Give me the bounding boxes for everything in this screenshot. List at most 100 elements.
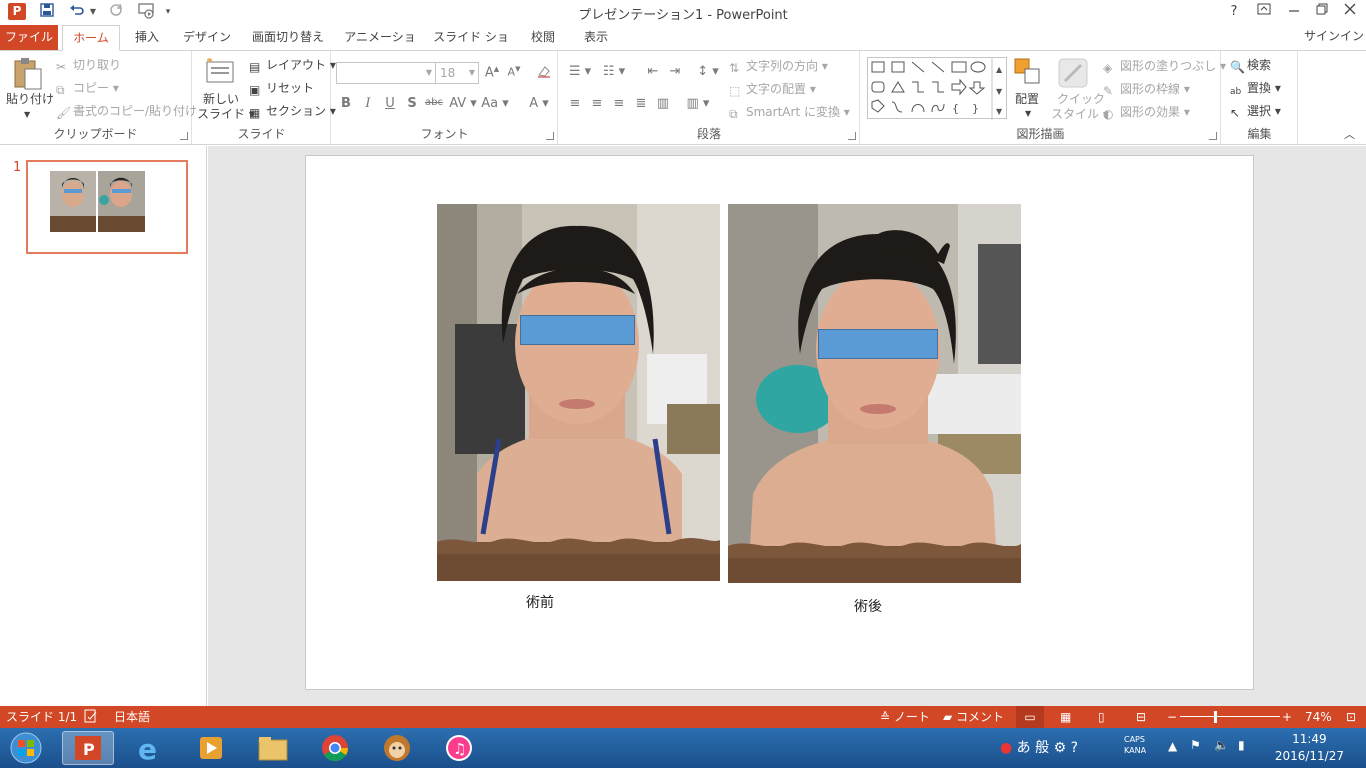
- increase-indent-icon[interactable]: ⇥: [665, 64, 685, 79]
- comments-button[interactable]: ▰ コメント: [943, 709, 1004, 725]
- spellcheck-icon[interactable]: [84, 709, 98, 727]
- zoom-slider[interactable]: [1180, 716, 1280, 717]
- tab-home[interactable]: ホーム: [62, 25, 120, 51]
- font-launcher-icon[interactable]: [546, 132, 554, 140]
- volume-icon[interactable]: 🔈: [1214, 738, 1229, 752]
- columns-icon[interactable]: ▥ ▾: [683, 96, 713, 111]
- language-indicator[interactable]: 日本語: [114, 709, 150, 725]
- tab-design[interactable]: デザイン: [178, 25, 236, 50]
- zoom-slider-thumb[interactable]: [1214, 711, 1217, 723]
- tab-review[interactable]: 校閲: [522, 25, 564, 50]
- tab-file[interactable]: ファイル: [0, 25, 58, 50]
- zoom-level[interactable]: 74%: [1305, 709, 1332, 725]
- minimize-icon[interactable]: [1281, 2, 1307, 22]
- taskbar-chrome-icon[interactable]: [310, 731, 362, 765]
- sign-in-link[interactable]: サインイン: [1304, 27, 1364, 44]
- slide-sorter-icon[interactable]: ▦: [1060, 709, 1071, 725]
- new-slide-label-2[interactable]: スライド ▾: [197, 106, 255, 122]
- action-center-flag-icon[interactable]: ⚑: [1190, 738, 1201, 752]
- decrease-font-icon[interactable]: A▼: [504, 65, 524, 79]
- close-icon[interactable]: [1337, 2, 1363, 22]
- line-spacing-icon[interactable]: ↕ ▾: [693, 64, 723, 79]
- paste-icon[interactable]: [12, 57, 44, 94]
- new-slide-icon[interactable]: [205, 57, 235, 88]
- change-case-icon[interactable]: Aa ▾: [480, 96, 510, 111]
- arrange-label[interactable]: 配置: [1015, 91, 1039, 107]
- quick-styles-label-2[interactable]: スタイル ▾: [1051, 106, 1109, 122]
- paragraph-launcher-icon[interactable]: [848, 132, 856, 140]
- paste-button-label[interactable]: 貼り付け: [6, 91, 54, 107]
- shape-outline-button[interactable]: ✎ 図形の枠線 ▾: [1103, 81, 1190, 98]
- slide-thumbnail-1[interactable]: [26, 160, 188, 254]
- increase-font-icon[interactable]: A▲: [482, 65, 502, 80]
- format-painter-button[interactable]: 🖌 書式のコピー/貼り付け: [56, 103, 197, 120]
- clear-formatting-icon[interactable]: [534, 63, 554, 83]
- character-spacing-icon[interactable]: AV ▾: [448, 96, 478, 111]
- font-size-combo[interactable]: 18 ▼: [435, 62, 479, 84]
- shape-effects-button[interactable]: ◐ 図形の効果 ▾: [1103, 104, 1190, 121]
- taskbar-game-icon[interactable]: [372, 731, 424, 765]
- copy-button[interactable]: ⧉ コピー ▾: [56, 80, 119, 97]
- slideshow-view-icon[interactable]: ⊟: [1136, 709, 1146, 725]
- distributed-icon[interactable]: ▥: [653, 96, 673, 111]
- restore-icon[interactable]: [1309, 2, 1335, 22]
- align-right-icon[interactable]: ≡: [609, 96, 629, 111]
- layout-button[interactable]: ▤ レイアウト ▾: [249, 57, 336, 74]
- taskbar-powerpoint-icon[interactable]: P: [62, 731, 114, 765]
- align-center-icon[interactable]: ≡: [587, 96, 607, 111]
- text-direction-button[interactable]: ⇅ 文字列の方向 ▾: [729, 58, 828, 75]
- photo-after[interactable]: [728, 204, 1021, 583]
- tab-transitions[interactable]: 画面切り替え: [246, 25, 330, 50]
- ribbon-display-options-icon[interactable]: [1251, 2, 1277, 22]
- clipboard-launcher-icon[interactable]: [180, 132, 188, 140]
- align-text-button[interactable]: ⬚ 文字の配置 ▾: [729, 81, 816, 98]
- taskbar-explorer-icon[interactable]: [248, 731, 300, 765]
- show-hidden-icons-icon[interactable]: ▲: [1168, 739, 1177, 753]
- align-left-icon[interactable]: ≡: [565, 96, 585, 111]
- section-button[interactable]: ▦ セクション ▾: [249, 103, 336, 120]
- smartart-button[interactable]: ⧉ SmartArt に変換 ▾: [729, 104, 850, 121]
- text-shadow-icon[interactable]: S: [402, 96, 422, 111]
- shapes-gallery[interactable]: {} ▲ ▼ ▼: [867, 57, 1007, 120]
- paste-dropdown-icon[interactable]: ▼: [24, 107, 30, 123]
- taskbar-internet-explorer-icon[interactable]: e: [124, 731, 176, 766]
- caption-after[interactable]: 術後: [854, 596, 882, 616]
- replace-button[interactable]: ab 置換 ▾: [1230, 80, 1281, 98]
- taskbar-media-player-icon[interactable]: [186, 731, 238, 765]
- shape-fill-button[interactable]: ◈ 図形の塗りつぶし ▾: [1103, 58, 1226, 75]
- photo-before[interactable]: [437, 204, 720, 581]
- system-clock[interactable]: 11:49 2016/11/27: [1275, 731, 1344, 765]
- font-name-combo[interactable]: ▼: [336, 62, 436, 84]
- tab-animations[interactable]: アニメーション: [340, 25, 420, 68]
- slide[interactable]: 術前 術後: [305, 155, 1254, 690]
- find-button[interactable]: 🔍 検索: [1230, 57, 1271, 74]
- select-button[interactable]: ↖ 選択 ▾: [1230, 103, 1281, 120]
- collapse-ribbon-icon[interactable]: ︿: [1344, 127, 1355, 143]
- slide-indicator[interactable]: スライド 1/1: [6, 709, 77, 725]
- quick-styles-label-1[interactable]: クイック: [1057, 91, 1105, 107]
- bullets-icon[interactable]: ☰ ▾: [565, 64, 595, 79]
- italic-icon[interactable]: I: [358, 96, 378, 111]
- zoom-out-icon[interactable]: −: [1167, 709, 1177, 725]
- decrease-indent-icon[interactable]: ⇤: [643, 64, 663, 79]
- network-icon[interactable]: ▮: [1238, 738, 1245, 752]
- taskbar-itunes-icon[interactable]: ♫: [434, 731, 486, 765]
- tray-ime-status[interactable]: ● あ 般 ⚙ ?: [1000, 737, 1078, 757]
- help-button[interactable]: ?: [1221, 2, 1247, 22]
- tab-insert[interactable]: 挿入: [126, 25, 168, 50]
- quick-styles-icon[interactable]: [1057, 57, 1089, 92]
- strikethrough-icon[interactable]: abc: [424, 97, 444, 108]
- arrange-icon[interactable]: [1013, 57, 1043, 90]
- caption-before[interactable]: 術前: [526, 592, 554, 612]
- bold-icon[interactable]: B: [336, 96, 356, 111]
- justify-icon[interactable]: ≣: [631, 96, 651, 111]
- numbering-icon[interactable]: ☷ ▾: [599, 64, 629, 79]
- notes-button[interactable]: ≙ ノート: [880, 709, 930, 725]
- fit-to-window-icon[interactable]: ⊡: [1346, 709, 1356, 725]
- underline-icon[interactable]: U: [380, 96, 400, 111]
- tab-view[interactable]: 表示: [574, 25, 618, 50]
- reading-view-icon[interactable]: ▯: [1098, 709, 1105, 725]
- font-color-icon[interactable]: A ▾: [524, 96, 554, 111]
- zoom-in-icon[interactable]: +: [1282, 709, 1292, 725]
- start-button[interactable]: [0, 731, 52, 765]
